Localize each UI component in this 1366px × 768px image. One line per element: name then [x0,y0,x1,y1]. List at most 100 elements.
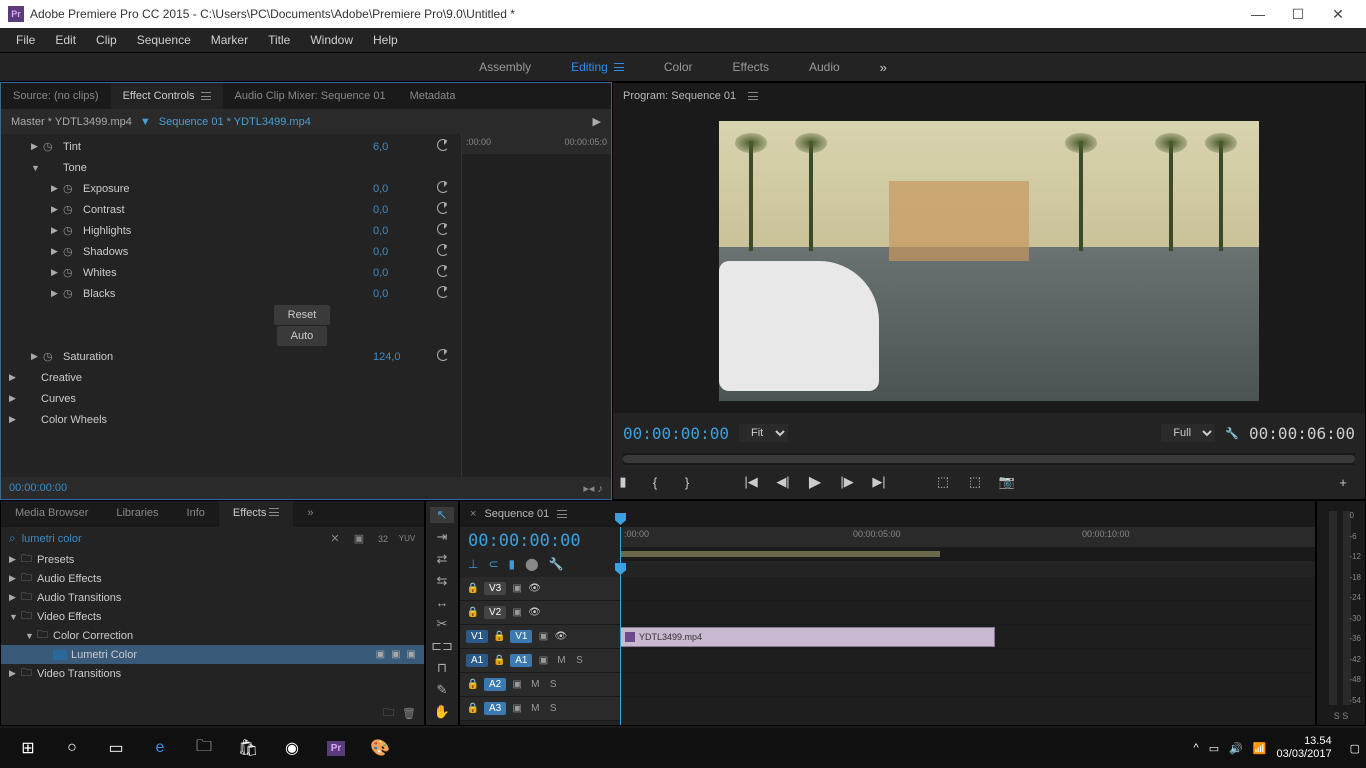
tree-item-audio-effects[interactable]: ▶🗀Audio Effects [1,569,424,588]
play-effect-icon[interactable]: ▶ [593,115,601,128]
go-to-in-icon[interactable]: |◀ [741,474,761,490]
workspace-effects[interactable]: Effects [733,60,769,74]
stopwatch-icon[interactable]: ◷ [43,140,59,153]
wrench-icon[interactable]: 🔧 [549,557,564,571]
timeline-sequence-tab[interactable]: Sequence 01 [484,508,549,520]
property-exposure[interactable]: ▶◷Exposure0,0 [1,178,461,199]
extract-icon[interactable]: ⬚ [965,474,985,490]
timeline-tracks[interactable]: YDTL3499.mp4 [620,577,1315,725]
wifi-icon[interactable]: 📶 [1253,742,1267,755]
export-frame-icon[interactable]: 📷 [997,474,1017,490]
effects-search-input[interactable] [22,533,320,545]
minimize-button[interactable]: — [1238,0,1278,28]
fit-dropdown[interactable]: Fit [739,424,788,442]
razor-tool[interactable]: ✂ [430,616,454,632]
property-contrast[interactable]: ▶◷Contrast0,0 [1,199,461,220]
system-clock[interactable]: 13.54 03/03/2017 [1277,735,1340,761]
property-tint[interactable]: ▶◷Tint6,0 [1,136,461,157]
value-input[interactable]: 0,0 [373,288,433,300]
tab-close-icon[interactable]: × [470,508,476,520]
saturation-value[interactable]: 124,0 [373,351,433,363]
stopwatch-icon[interactable]: ◷ [63,203,79,216]
property-blacks[interactable]: ▶◷Blacks0,0 [1,283,461,304]
sequence-clip-label[interactable]: Sequence 01 * YDTL3499.mp4 [159,116,311,128]
maximize-button[interactable]: ☐ [1278,0,1318,28]
tree-item-audio-transitions[interactable]: ▶🗀Audio Transitions [1,588,424,607]
start-button[interactable]: ⊞ [6,728,50,768]
selection-tool[interactable]: ↖ [430,507,454,523]
stopwatch-icon[interactable]: ◷ [63,182,79,195]
chrome-icon[interactable]: ◉ [270,728,314,768]
track-v2[interactable]: 🔒V2▣👁 [460,601,620,625]
property-tone[interactable]: ▼Tone [1,157,461,178]
panel-menu-icon[interactable] [201,92,211,100]
delete-icon[interactable]: 🗑 [402,707,416,720]
menu-sequence[interactable]: Sequence [127,29,201,51]
notifications-icon[interactable]: ▢ [1350,742,1360,755]
program-menu-icon[interactable] [748,92,758,100]
task-view-icon[interactable]: ▭ [94,728,138,768]
cortana-search-icon[interactable]: ○ [50,728,94,768]
tree-item-color-correction[interactable]: ▼🗀Color Correction [1,626,424,645]
reset-button[interactable]: Reset [274,305,331,325]
workspace-editing[interactable]: Editing [571,60,624,74]
ec-timecode[interactable]: 00:00:00:00 [9,482,67,494]
tabs-overflow[interactable]: » [293,501,327,527]
property-highlights[interactable]: ▶◷Highlights0,0 [1,220,461,241]
timeline-menu-icon[interactable] [557,510,567,518]
slide-tool[interactable]: ⊓ [430,660,454,676]
close-button[interactable]: ✕ [1318,0,1358,28]
timeline-ruler[interactable]: :00:0000:00:05:0000:00:10:00 [620,527,1315,547]
reset-icon[interactable] [437,139,449,151]
volume-icon[interactable]: 🔊 [1229,742,1243,755]
ec-footer-icon[interactable]: ▸◂ ♪ [583,482,603,495]
tab-metadata[interactable]: Metadata [398,83,468,109]
reset-icon[interactable] [437,181,449,193]
section-curves[interactable]: ▶Curves [1,388,461,409]
value-input[interactable]: 0,0 [373,267,433,279]
tab-effect-controls[interactable]: Effect Controls [111,83,223,109]
linked-selection-icon[interactable]: ⊂ [488,557,498,571]
menu-edit[interactable]: Edit [45,29,86,51]
property-whites[interactable]: ▶◷Whites0,0 [1,262,461,283]
track-a3[interactable]: 🔒A3▣MS [460,697,620,721]
menu-help[interactable]: Help [363,29,408,51]
step-back-icon[interactable]: ◀| [773,474,793,490]
tree-item-presets[interactable]: ▶🗀Presets [1,550,424,569]
menu-file[interactable]: File [6,29,45,51]
value-input[interactable]: 6,0 [373,141,433,153]
section-color-wheels[interactable]: ▶Color Wheels [1,409,461,430]
workspace-audio[interactable]: Audio [809,60,840,74]
workspace-overflow[interactable]: » [880,60,887,75]
reset-icon[interactable] [437,244,449,256]
value-input[interactable]: 0,0 [373,204,433,216]
out-point-icon[interactable]: } [677,475,697,490]
rolling-edit-tool[interactable]: ⇆ [430,573,454,589]
settings-icon[interactable]: ⬤ [525,557,538,571]
reset-icon[interactable] [437,349,449,361]
new-bin-icon[interactable]: 🗀 [383,704,394,723]
marker-add-icon[interactable]: ▮ [509,557,516,571]
stopwatch-icon[interactable]: ◷ [63,266,79,279]
tab-effects[interactable]: Effects [219,501,294,527]
tray-expand-icon[interactable]: ^ [1194,742,1199,754]
go-to-out-icon[interactable]: ▶| [869,474,889,490]
slip-tool[interactable]: ⊏⊐ [430,638,454,654]
program-title[interactable]: Program: Sequence 01 [623,90,736,102]
in-point-icon[interactable]: { [645,475,665,490]
workspace-assembly[interactable]: Assembly [479,60,531,74]
store-icon[interactable]: 🛍 [226,728,270,768]
track-playhead[interactable] [620,577,621,725]
reset-icon[interactable] [437,202,449,214]
battery-icon[interactable]: ▭ [1209,742,1219,755]
stopwatch-icon[interactable]: ◷ [63,224,79,237]
stopwatch-icon[interactable]: ◷ [63,287,79,300]
clear-search-icon[interactable]: ✕ [326,532,344,545]
menu-title[interactable]: Title [258,29,300,51]
value-input[interactable]: 0,0 [373,225,433,237]
marker-icon[interactable]: ▮ [613,474,633,490]
section-creative[interactable]: ▶Creative [1,367,461,388]
snap-icon[interactable]: ⊥ [468,557,478,571]
track-select-tool[interactable]: ⇥ [430,529,454,545]
pen-tool[interactable]: ✎ [430,682,454,698]
